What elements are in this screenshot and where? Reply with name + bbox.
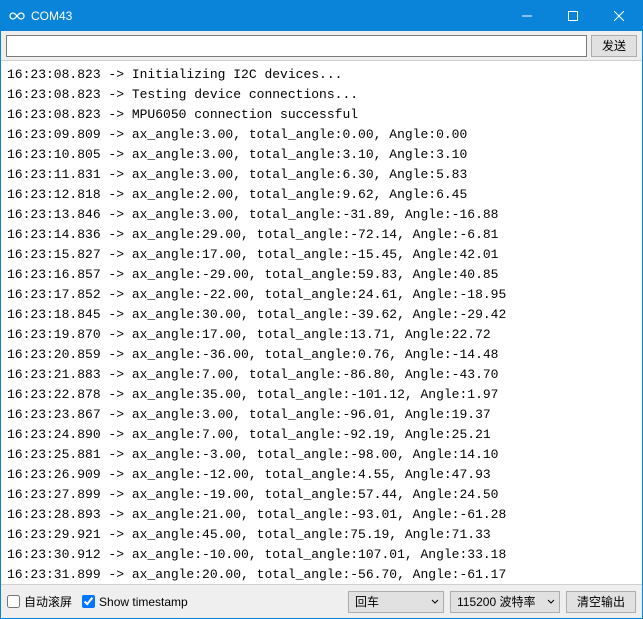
window-title: COM43: [31, 9, 504, 23]
output-line: 16:23:10.805 -> ax_angle:3.00, total_ang…: [7, 145, 636, 165]
line-ending-select[interactable]: 回车: [348, 591, 444, 613]
title-bar: COM43: [1, 1, 642, 31]
close-button[interactable]: [596, 1, 642, 31]
output-line: 16:23:20.859 -> ax_angle:-36.00, total_a…: [7, 345, 636, 365]
send-input[interactable]: [6, 35, 587, 57]
timestamp-label: Show timestamp: [99, 595, 188, 609]
autoscroll-label: 自动滚屏: [24, 593, 72, 610]
output-line: 16:23:31.899 -> ax_angle:20.00, total_an…: [7, 565, 636, 584]
output-line: 16:23:08.823 -> Testing device connectio…: [7, 85, 636, 105]
output-line: 16:23:08.823 -> MPU6050 connection succe…: [7, 105, 636, 125]
maximize-button[interactable]: [550, 1, 596, 31]
output-line: 16:23:30.912 -> ax_angle:-10.00, total_a…: [7, 545, 636, 565]
output-line: 16:23:21.883 -> ax_angle:7.00, total_ang…: [7, 365, 636, 385]
chevron-down-icon: [547, 595, 555, 609]
autoscroll-checkbox[interactable]: 自动滚屏: [7, 593, 72, 610]
output-line: 16:23:19.870 -> ax_angle:17.00, total_an…: [7, 325, 636, 345]
send-button[interactable]: 发送: [591, 35, 637, 57]
output-line: 16:23:14.836 -> ax_angle:29.00, total_an…: [7, 225, 636, 245]
line-ending-value: 回车: [355, 593, 379, 610]
timestamp-checkbox[interactable]: Show timestamp: [82, 595, 188, 609]
output-line: 16:23:27.899 -> ax_angle:-19.00, total_a…: [7, 485, 636, 505]
output-line: 16:23:23.867 -> ax_angle:3.00, total_ang…: [7, 405, 636, 425]
output-line: 16:23:18.845 -> ax_angle:30.00, total_an…: [7, 305, 636, 325]
chevron-down-icon: [431, 595, 439, 609]
output-line: 16:23:08.823 -> Initializing I2C devices…: [7, 65, 636, 85]
output-line: 16:23:26.909 -> ax_angle:-12.00, total_a…: [7, 465, 636, 485]
output-line: 16:23:15.827 -> ax_angle:17.00, total_an…: [7, 245, 636, 265]
output-line: 16:23:09.809 -> ax_angle:3.00, total_ang…: [7, 125, 636, 145]
output-line: 16:23:13.846 -> ax_angle:3.00, total_ang…: [7, 205, 636, 225]
output-line: 16:23:29.921 -> ax_angle:45.00, total_an…: [7, 525, 636, 545]
arduino-infinity-icon: [9, 8, 25, 24]
output-line: 16:23:17.852 -> ax_angle:-22.00, total_a…: [7, 285, 636, 305]
output-line: 16:23:24.890 -> ax_angle:7.00, total_ang…: [7, 425, 636, 445]
output-line: 16:23:12.818 -> ax_angle:2.00, total_ang…: [7, 185, 636, 205]
clear-output-button[interactable]: 清空输出: [566, 591, 636, 613]
timestamp-input[interactable]: [82, 595, 95, 608]
output-line: 16:23:11.831 -> ax_angle:3.00, total_ang…: [7, 165, 636, 185]
window-controls: [504, 1, 642, 31]
autoscroll-input[interactable]: [7, 595, 20, 608]
baud-rate-select[interactable]: 115200 波特率: [450, 591, 560, 613]
status-bar: 自动滚屏 Show timestamp 回车 115200 波特率 清空输出: [1, 584, 642, 618]
output-line: 16:23:22.878 -> ax_angle:35.00, total_an…: [7, 385, 636, 405]
output-line: 16:23:25.881 -> ax_angle:-3.00, total_an…: [7, 445, 636, 465]
send-toolbar: 发送: [1, 31, 642, 61]
output-line: 16:23:28.893 -> ax_angle:21.00, total_an…: [7, 505, 636, 525]
baud-rate-value: 115200 波特率: [457, 593, 536, 610]
minimize-button[interactable]: [504, 1, 550, 31]
output-line: 16:23:16.857 -> ax_angle:-29.00, total_a…: [7, 265, 636, 285]
serial-output[interactable]: 16:23:08.823 -> Initializing I2C devices…: [1, 61, 642, 584]
